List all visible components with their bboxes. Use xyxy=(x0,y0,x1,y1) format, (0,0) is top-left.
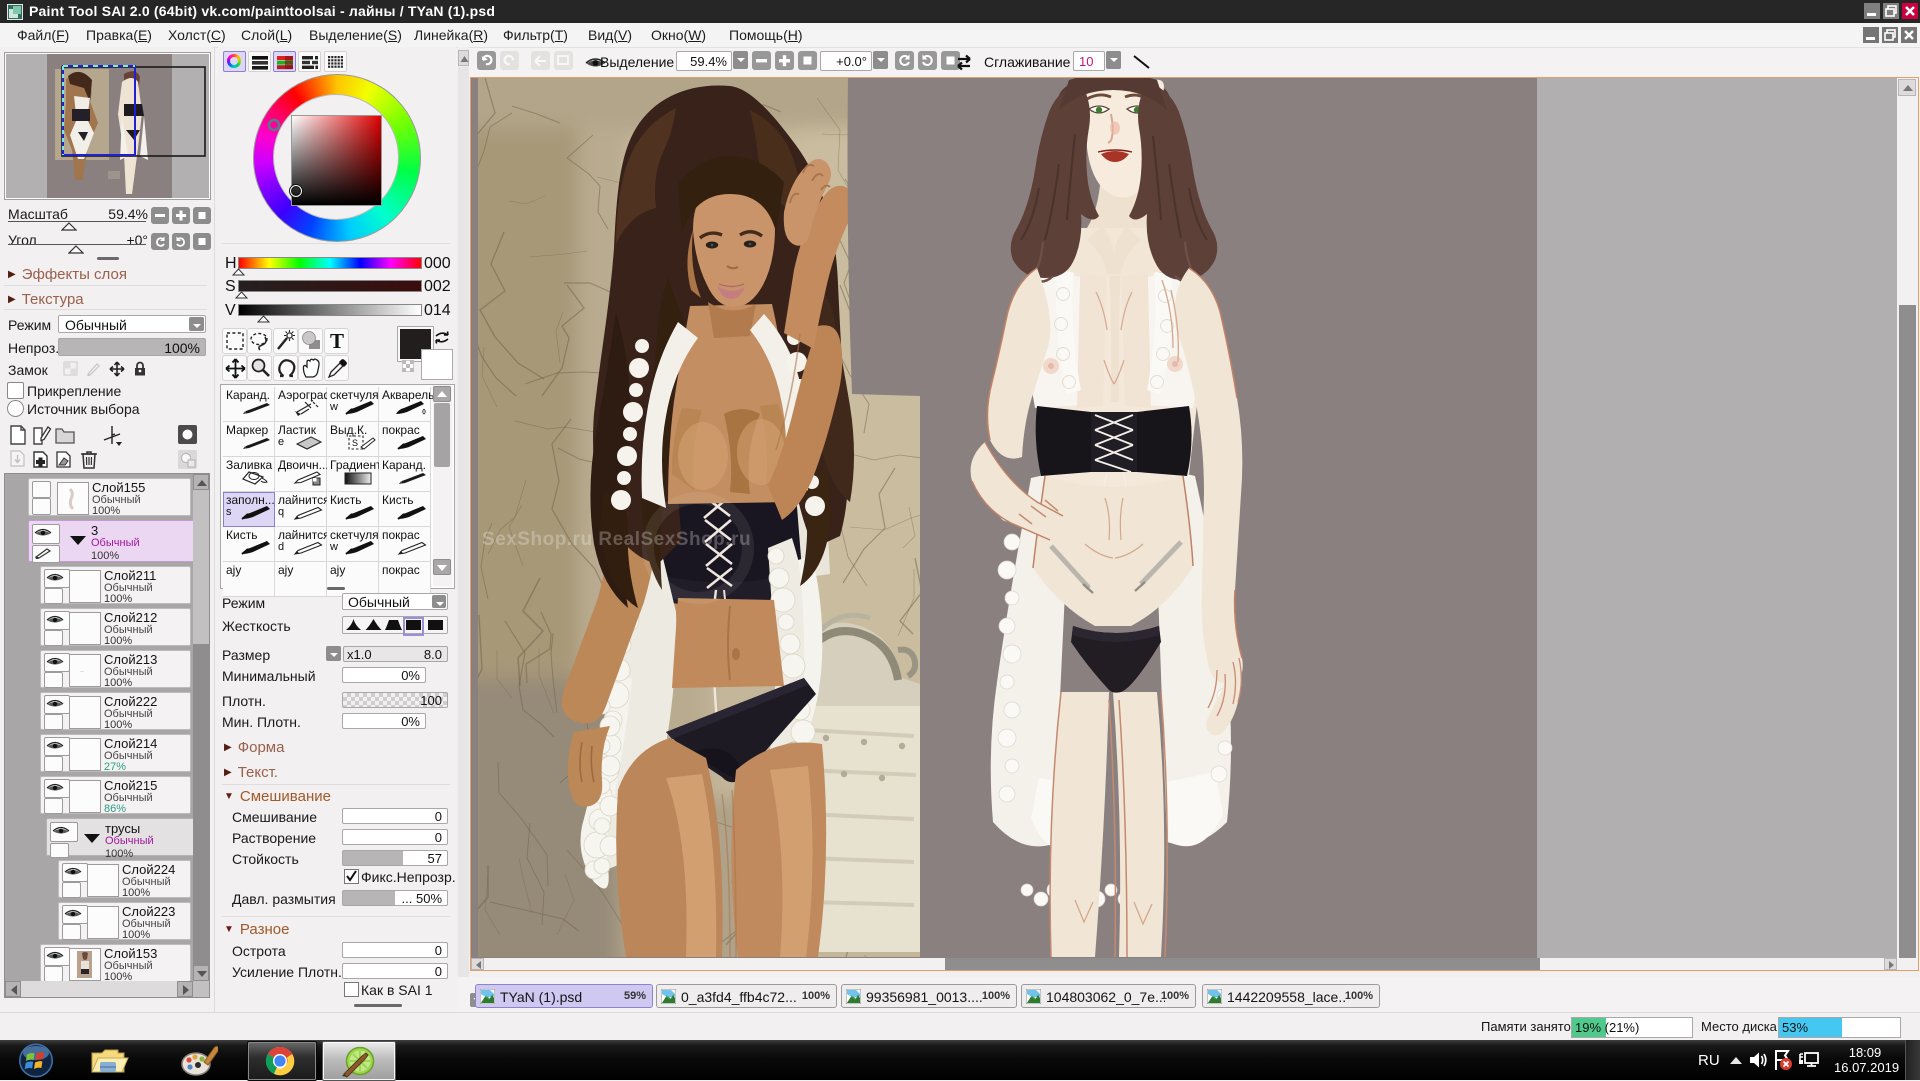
svg-text:T: T xyxy=(330,329,344,353)
svg-text:S: S xyxy=(352,438,358,448)
svg-text:SexShop.ru RealSexShop.ru: SexShop.ru RealSexShop.ru xyxy=(482,529,751,550)
